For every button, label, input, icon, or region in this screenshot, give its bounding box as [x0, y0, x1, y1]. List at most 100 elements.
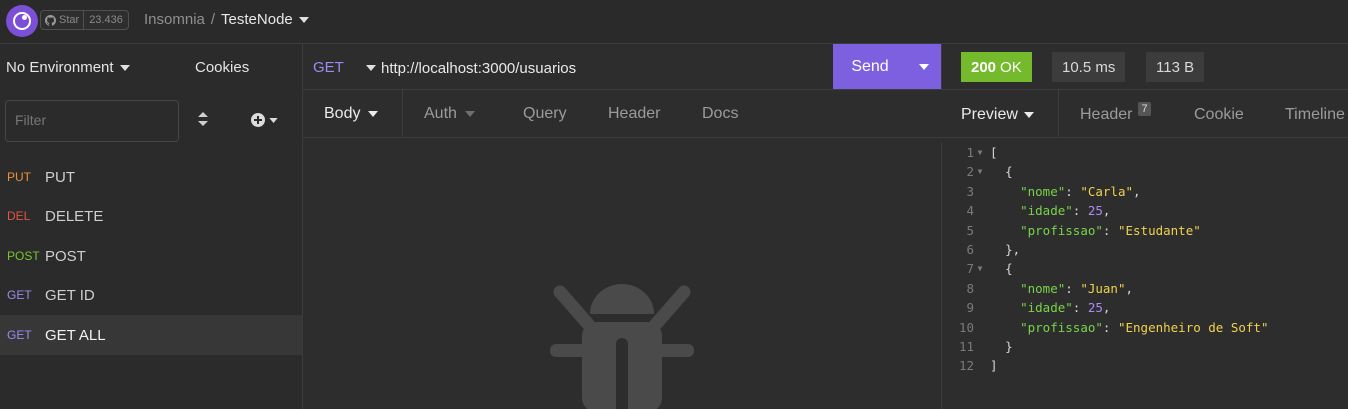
code-line: 5 "profissao": "Estudante": [942, 221, 1201, 240]
tab-cookie[interactable]: Cookie: [1194, 106, 1244, 124]
code-text: {: [1005, 164, 1013, 180]
code-line: 9 "idade": 25,: [942, 298, 1110, 317]
chevron-down-icon: [368, 111, 379, 117]
bug-icon: [550, 284, 694, 409]
status-badge: 200 OK: [961, 52, 1032, 82]
request-method: POST: [7, 249, 40, 263]
request-method: GET: [7, 328, 32, 342]
code-text: },: [1005, 242, 1021, 257]
code-text: "idade": 25,: [1020, 203, 1111, 219]
code-line: 11 }: [942, 337, 1013, 356]
tab-auth[interactable]: Auth: [424, 105, 475, 123]
project-name[interactable]: TesteNode: [221, 11, 293, 28]
line-number: 6: [966, 242, 974, 257]
request-name: POST: [45, 247, 86, 265]
code-line: 8 "nome": "Juan",: [942, 279, 1133, 298]
header-count-badge: 7: [1138, 102, 1151, 116]
line-number: 1: [966, 145, 974, 160]
insomnia-logo-icon[interactable]: [6, 5, 38, 37]
line-number: 12: [958, 358, 974, 374]
response-size: 113 B: [1146, 52, 1205, 82]
request-item-put[interactable]: PUT PUT: [0, 157, 302, 197]
code-text: "nome": "Carla",: [1020, 183, 1141, 199]
code-text: "profissao": "Engenheiro de Soft": [1020, 319, 1269, 335]
code-text: "profissao": "Estudante": [1020, 222, 1201, 238]
tab-response-header[interactable]: Header 7: [1080, 102, 1151, 124]
fold-toggle-icon[interactable]: ▼: [974, 167, 986, 176]
tab-label: Body: [324, 105, 361, 122]
line-number: 11: [958, 339, 974, 354]
code-line: 12]: [942, 356, 998, 375]
request-item-delete[interactable]: DEL DELETE: [0, 196, 302, 236]
tab-body[interactable]: Body: [324, 105, 379, 123]
cookies-button[interactable]: Cookies: [195, 59, 249, 76]
line-number: 10: [958, 319, 974, 335]
request-item-post[interactable]: POST POST: [0, 236, 302, 276]
code-text: }: [1005, 339, 1013, 354]
request-item-get-all[interactable]: GET GET ALL: [0, 315, 302, 355]
line-number: 3: [966, 183, 974, 199]
environment-selector[interactable]: No Environment: [6, 59, 130, 76]
tab-label: Auth: [424, 105, 457, 122]
request-method: GET: [7, 288, 32, 302]
line-number: 2: [966, 164, 974, 180]
github-star-button[interactable]: Star 23.436: [40, 10, 129, 30]
add-request-button[interactable]: [251, 113, 278, 127]
request-name: PUT: [45, 168, 75, 186]
filter-input[interactable]: [6, 101, 188, 139]
code-line: 1 ▼ [: [942, 143, 998, 162]
tab-label: Preview: [961, 106, 1018, 123]
code-text: ]: [990, 358, 998, 374]
chevron-down-icon[interactable]: [298, 16, 309, 23]
status-code: 200: [971, 58, 997, 76]
send-options-dropdown[interactable]: [907, 44, 941, 89]
method-label: GET: [313, 59, 344, 76]
send-label: Send: [851, 57, 889, 75]
star-count: 23.436: [89, 14, 123, 26]
code-text: "idade": 25,: [1020, 300, 1111, 316]
breadcrumb: Insomnia / TesteNode: [144, 11, 309, 28]
response-body-viewer[interactable]: 1 ▼[2 ▼ {3 "nome": "Carla", 4 "idade": 25, 5…: [941, 142, 1348, 409]
line-number: 7: [966, 261, 974, 277]
app-name[interactable]: Insomnia: [144, 11, 205, 28]
line-number: 4: [966, 203, 974, 219]
code-line: 10 "profissao": "Engenheiro de Soft": [942, 318, 1269, 337]
request-name: GET ALL: [45, 326, 106, 344]
code-line: 4 "idade": 25,: [942, 201, 1110, 220]
response-time: 10.5 ms: [1052, 52, 1126, 82]
line-number: 9: [966, 300, 974, 316]
tab-query[interactable]: Query: [523, 105, 567, 123]
tab-preview[interactable]: Preview: [961, 106, 1034, 124]
chevron-down-icon: [365, 64, 376, 71]
chevron-down-icon: [464, 111, 475, 117]
fold-toggle-icon[interactable]: ▼: [974, 264, 986, 273]
request-method: DEL: [7, 209, 31, 223]
code-line: 3 "nome": "Carla",: [942, 182, 1141, 201]
request-item-get-id[interactable]: GET GET ID: [0, 275, 302, 315]
github-icon: [45, 14, 56, 26]
tab-header[interactable]: Header: [608, 105, 660, 123]
chevron-down-icon: [1023, 112, 1034, 118]
tab-timeline[interactable]: Timeline: [1285, 106, 1345, 124]
breadcrumb-separator: /: [210, 11, 216, 28]
send-button[interactable]: Send: [833, 44, 941, 89]
code-line: 2 ▼ {: [942, 162, 1013, 181]
request-name: GET ID: [45, 286, 95, 304]
code-text: [: [990, 145, 998, 160]
tab-label: Header: [1080, 106, 1133, 123]
code-text: "nome": "Juan",: [1020, 280, 1134, 296]
environment-label: No Environment: [6, 59, 114, 76]
tab-docs[interactable]: Docs: [702, 105, 738, 123]
line-number: 5: [966, 222, 974, 238]
url-input[interactable]: [381, 57, 821, 79]
sort-icon[interactable]: [198, 112, 208, 127]
code-text: {: [1005, 261, 1013, 277]
line-number: 8: [966, 280, 974, 296]
method-selector[interactable]: GET: [313, 59, 376, 76]
star-label: Star: [59, 14, 80, 26]
fold-toggle-icon[interactable]: ▼: [974, 148, 986, 157]
request-method: PUT: [7, 170, 31, 184]
request-name: DELETE: [45, 207, 104, 225]
chevron-down-icon: [919, 63, 929, 70]
status-text: OK: [1000, 58, 1022, 76]
